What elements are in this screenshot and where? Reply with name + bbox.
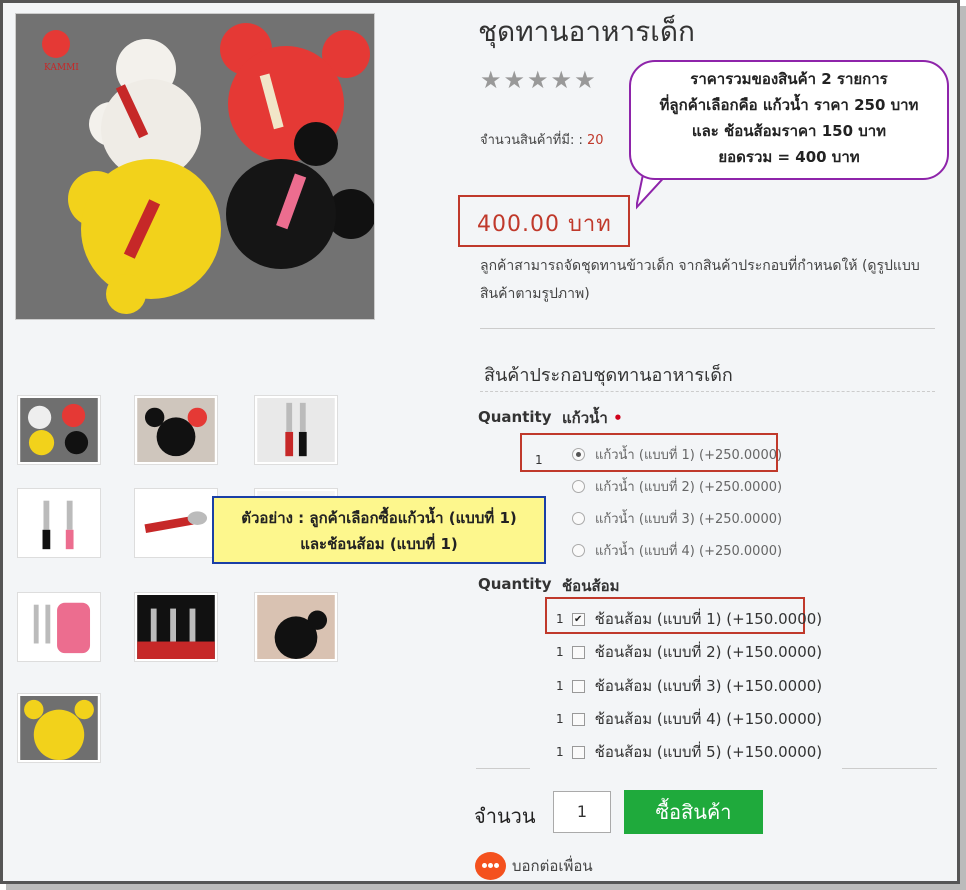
radio-icon[interactable] (572, 512, 585, 525)
price-callout: ราคารวมของสินค้า 2 รายการ ที่ลูกค้าเลือก… (629, 60, 949, 180)
share-label: บอกต่อเพื่อน (512, 857, 593, 875)
cutlery-option-label: ช้อนส้อม (แบบที่ 1) (+150.0000) (594, 610, 823, 628)
checkbox-icon[interactable] (571, 645, 585, 659)
callout-line: ยอดรวม = 400 บาท (718, 148, 860, 166)
glass-option-label: แก้วน้ำ (แบบที่ 2) (+250.0000) (595, 480, 783, 495)
checkbox-checked-icon[interactable]: ✔ (571, 612, 585, 626)
thumbnail-2[interactable] (134, 395, 218, 465)
radio-selected-icon[interactable] (572, 448, 585, 461)
glass-option-label: แก้วน้ำ (แบบที่ 3) (+250.0000) (595, 512, 783, 527)
thumbnail-7[interactable] (17, 592, 101, 662)
cutlery-qty: 1 (556, 679, 564, 693)
cutlery-option-label: ช้อนส้อม (แบบที่ 2) (+150.0000) (594, 643, 823, 661)
thumbnail-1[interactable] (17, 395, 101, 465)
glass-option-label: แก้วน้ำ (แบบที่ 4) (+250.0000) (595, 544, 783, 559)
cart-qty-input[interactable]: 1 (553, 791, 611, 833)
thumbnail-9[interactable] (254, 592, 338, 662)
option-group-name-cutlery: ช้อนส้อม (562, 577, 620, 595)
stock-value: 20 (586, 133, 604, 148)
divider (476, 768, 530, 769)
product-description: ลูกค้าสามารถจัดชุดทานข้าวเด็ก จากสินค้าป… (480, 258, 920, 302)
cutlery-option-2[interactable]: 1 ช้อนส้อม (แบบที่ 2) (+150.0000) (556, 640, 822, 664)
checkbox-icon[interactable] (571, 745, 585, 759)
cutlery-qty: 1 (556, 712, 564, 726)
glass-option-3[interactable]: แก้วน้ำ (แบบที่ 3) (+250.0000) (572, 508, 782, 529)
cutlery-option-1[interactable]: 1 ✔ ช้อนส้อม (แบบที่ 1) (+150.0000) (556, 607, 822, 631)
thumbnail-4[interactable] (17, 488, 101, 558)
divider (480, 391, 935, 392)
stock-info: จำนวนสินค้าที่มี: : 20 (480, 129, 604, 150)
product-title: ชุดทานอาหารเด็ก (478, 15, 695, 48)
cutlery-option-3[interactable]: 1 ช้อนส้อม (แบบที่ 3) (+150.0000) (556, 674, 822, 698)
divider (842, 768, 937, 769)
stock-label: จำนวนสินค้าที่มี: : (480, 133, 583, 148)
cutlery-qty: 1 (556, 645, 564, 659)
thumbnail-5[interactable] (134, 488, 218, 558)
glass-option-2[interactable]: แก้วน้ำ (แบบที่ 2) (+250.0000) (572, 476, 782, 497)
note-line: ตัวอย่าง : ลูกค้าเลือกซื้อแก้วน้ำ (แบบที… (241, 509, 517, 527)
thumbnail-3[interactable] (254, 395, 338, 465)
cart-qty-label: จำนวน (474, 804, 536, 828)
checkbox-icon[interactable] (571, 679, 585, 693)
quantity-label: Quantity (478, 408, 552, 426)
main-product-image[interactable]: KAMMI (15, 13, 375, 320)
cutlery-option-5[interactable]: 1 ช้อนส้อม (แบบที่ 5) (+150.0000) (556, 740, 822, 764)
radio-icon[interactable] (572, 480, 585, 493)
group-name: แก้วน้ำ (562, 409, 608, 427)
checkbox-icon[interactable] (571, 712, 585, 726)
example-note: ตัวอย่าง : ลูกค้าเลือกซื้อแก้วน้ำ (แบบที… (212, 496, 546, 564)
chat-bubble-icon (475, 852, 506, 880)
callout-line: และ ช้อนส้อมราคา 150 บาท (691, 122, 887, 140)
options-section-title: สินค้าประกอบชุดทานอาหารเด็ก (484, 365, 733, 386)
divider (480, 328, 935, 329)
glass-option-label: แก้วน้ำ (แบบที่ 1) (+250.0000) (595, 448, 783, 463)
cutlery-qty: 1 (556, 745, 564, 759)
rating-stars-icon[interactable]: ★★★★★ (480, 66, 598, 94)
glass-option-1[interactable]: แก้วน้ำ (แบบที่ 1) (+250.0000) (572, 444, 782, 465)
thumbnail-10[interactable] (17, 693, 101, 763)
note-line: และช้อนส้อม (แบบที่ 1) (300, 535, 458, 553)
required-mark: • (613, 409, 623, 427)
callout-line: ราคารวมของสินค้า 2 รายการ (690, 70, 888, 88)
quantity-label: Quantity (478, 575, 552, 593)
thumbnail-8[interactable] (134, 592, 218, 662)
cutlery-option-label: ช้อนส้อม (แบบที่ 5) (+150.0000) (594, 743, 823, 761)
svg-text:KAMMI: KAMMI (44, 63, 79, 73)
radio-icon[interactable] (572, 544, 585, 557)
product-price: 400.00 บาท (477, 212, 612, 237)
share-link[interactable]: บอกต่อเพื่อน (475, 852, 593, 880)
cutlery-qty: 1 (556, 612, 564, 626)
glass-option-4[interactable]: แก้วน้ำ (แบบที่ 4) (+250.0000) (572, 540, 782, 561)
callout-line: ที่ลูกค้าเลือกคือ แก้วน้ำ ราคา 250 บาท (659, 96, 919, 114)
option-group-name-glass: แก้วน้ำ • (562, 406, 623, 430)
buy-button[interactable]: ซื้อสินค้า (624, 790, 763, 834)
cutlery-option-4[interactable]: 1 ช้อนส้อม (แบบที่ 4) (+150.0000) (556, 707, 822, 731)
cutlery-option-label: ช้อนส้อม (แบบที่ 3) (+150.0000) (594, 677, 823, 695)
cutlery-option-label: ช้อนส้อม (แบบที่ 4) (+150.0000) (594, 710, 823, 728)
